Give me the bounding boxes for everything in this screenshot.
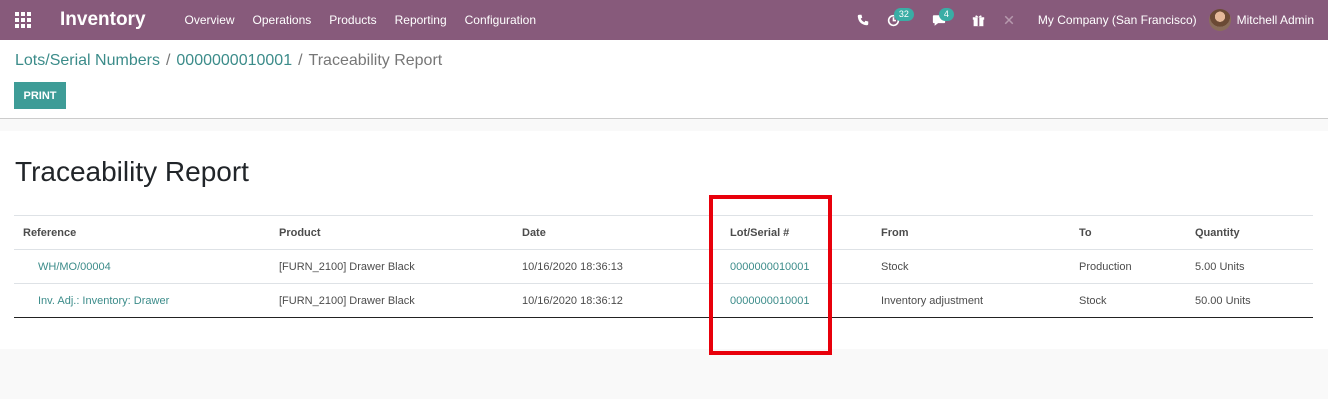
lot-link[interactable]: 0000000010001 xyxy=(730,295,810,307)
quantity-cell: 50.00 Units xyxy=(1195,283,1313,318)
avatar xyxy=(1208,9,1231,31)
traceability-table: Reference Product Date Lot/Serial # From… xyxy=(14,215,1313,318)
menu-reporting[interactable]: Reporting xyxy=(386,13,456,27)
menu-operations[interactable]: Operations xyxy=(244,13,321,27)
reference-link[interactable]: WH/MO/00004 xyxy=(38,261,111,273)
column-header-quantity: Quantity xyxy=(1195,215,1313,250)
column-header-date: Date xyxy=(522,215,721,250)
activities-count-badge: 32 xyxy=(893,7,914,21)
table-row: Inv. Adj.: Inventory: Drawer [FURN_2100]… xyxy=(14,283,1313,318)
column-header-to: To xyxy=(1079,215,1195,250)
date-cell: 10/16/2020 18:36:13 xyxy=(522,249,721,284)
company-switcher[interactable]: My Company (San Francisco) xyxy=(1024,13,1209,27)
messages-count-badge: 4 xyxy=(938,7,954,21)
print-button[interactable]: PRINT xyxy=(14,82,66,109)
reference-link[interactable]: Inv. Adj.: Inventory: Drawer xyxy=(38,295,169,307)
user-menu[interactable]: Mitchell Admin xyxy=(1208,9,1328,31)
phone-icon[interactable] xyxy=(848,14,878,26)
page-title: Traceability Report xyxy=(15,156,249,187)
menu-configuration[interactable]: Configuration xyxy=(456,13,545,27)
chat-icon[interactable]: 4 xyxy=(923,7,955,27)
menu-overview[interactable]: Overview xyxy=(176,13,244,27)
column-header-lot: Lot/Serial # xyxy=(721,215,881,250)
user-name: Mitchell Admin xyxy=(1236,13,1314,27)
lot-link[interactable]: 0000000010001 xyxy=(730,261,810,273)
bug-icon[interactable] xyxy=(994,14,1024,26)
table-header-row: Reference Product Date Lot/Serial # From… xyxy=(14,215,1313,250)
control-panel: Lots/Serial Numbers / 0000000010001 / Tr… xyxy=(0,40,1328,119)
top-navbar: Inventory Overview Operations Products R… xyxy=(0,0,1328,40)
column-header-reference: Reference xyxy=(14,215,279,250)
breadcrumb: Lots/Serial Numbers / 0000000010001 / Tr… xyxy=(15,52,442,70)
menu-products[interactable]: Products xyxy=(320,13,385,27)
breadcrumb-lot[interactable]: 0000000010001 xyxy=(176,52,292,70)
report-panel: Traceability Report Reference Product Da… xyxy=(0,131,1328,349)
breadcrumb-separator: / xyxy=(298,52,303,69)
to-cell: Production xyxy=(1079,249,1195,284)
app-title[interactable]: Inventory xyxy=(46,9,176,31)
column-header-product: Product xyxy=(279,215,522,250)
column-header-from: From xyxy=(881,215,1079,250)
from-cell: Inventory adjustment xyxy=(881,283,1079,318)
breadcrumb-current: Traceability Report xyxy=(308,52,443,69)
quantity-cell: 5.00 Units xyxy=(1195,249,1313,284)
to-cell: Stock xyxy=(1079,283,1195,318)
clock-icon[interactable]: 32 xyxy=(878,7,914,27)
breadcrumb-lots[interactable]: Lots/Serial Numbers xyxy=(15,52,160,70)
breadcrumb-separator: / xyxy=(165,52,171,69)
apps-grid-icon[interactable] xyxy=(0,0,46,40)
table-row: WH/MO/00004 [FURN_2100] Drawer Black 10/… xyxy=(14,249,1313,284)
date-cell: 10/16/2020 18:36:12 xyxy=(522,283,721,318)
from-cell: Stock xyxy=(881,249,1079,284)
product-cell: [FURN_2100] Drawer Black xyxy=(279,283,522,318)
gift-icon[interactable] xyxy=(963,14,994,27)
product-cell: [FURN_2100] Drawer Black xyxy=(279,249,522,284)
